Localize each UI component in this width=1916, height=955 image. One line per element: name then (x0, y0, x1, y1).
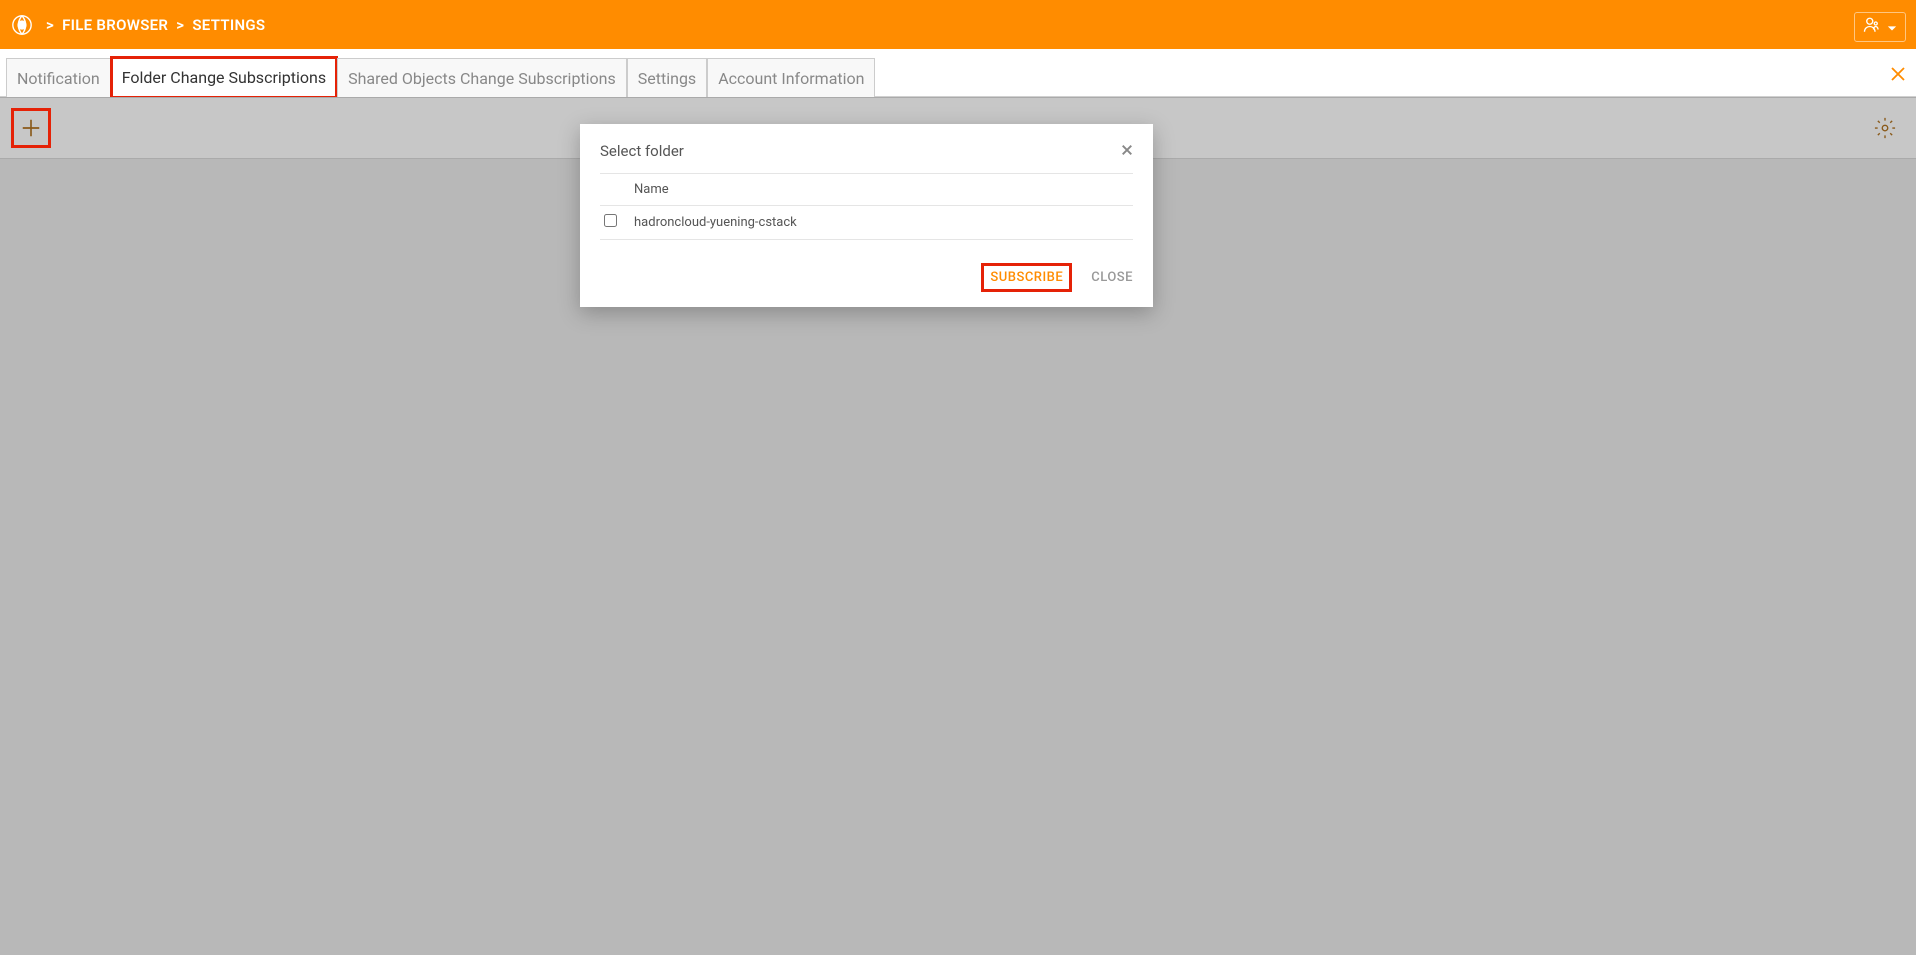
add-subscription-button[interactable] (14, 111, 48, 145)
tab-account-information[interactable]: Account Information (707, 58, 875, 98)
tab-folder-change-subscriptions[interactable]: Folder Change Subscriptions (111, 57, 337, 98)
breadcrumb-settings[interactable]: SETTINGS (192, 16, 265, 34)
breadcrumb: > FILE BROWSER > SETTINGS (38, 16, 265, 34)
tabs-bar: Notification Folder Change Subscriptions… (0, 49, 1916, 97)
plus-icon (20, 117, 42, 139)
dialog-body: Name hadroncloud-yuening-cstack (580, 173, 1153, 250)
breadcrumb-sep: > (176, 16, 184, 34)
settings-gear-button[interactable] (1872, 115, 1898, 141)
dialog-footer: SUBSCRIBE CLOSE (580, 250, 1153, 307)
close-panel-button[interactable] (1890, 63, 1906, 87)
user-icon (1863, 16, 1881, 38)
close-icon (1121, 144, 1133, 156)
folder-name-cell: hadroncloud-yuening-cstack (630, 206, 1133, 240)
chevron-down-icon (1887, 18, 1897, 37)
subscribe-button[interactable]: SUBSCRIBE (984, 266, 1069, 289)
tab-settings[interactable]: Settings (627, 58, 707, 98)
column-checkbox (600, 174, 630, 206)
tab-notification[interactable]: Notification (6, 58, 111, 98)
breadcrumb-sep: > (46, 16, 54, 34)
close-button[interactable]: CLOSE (1091, 270, 1133, 285)
folder-table: Name hadroncloud-yuening-cstack (600, 173, 1133, 240)
dialog-header: Select folder (580, 124, 1153, 173)
tab-shared-objects-change-subscriptions[interactable]: Shared Objects Change Subscriptions (337, 58, 627, 98)
folder-checkbox[interactable] (604, 214, 617, 227)
dialog-title: Select folder (600, 142, 684, 160)
column-name-header: Name (630, 174, 1133, 206)
app-logo-icon (10, 13, 34, 37)
breadcrumb-file-browser[interactable]: FILE BROWSER (62, 16, 168, 34)
dialog-close-button[interactable] (1121, 140, 1133, 161)
gear-icon (1874, 117, 1896, 139)
table-row[interactable]: hadroncloud-yuening-cstack (600, 206, 1133, 240)
select-folder-dialog: Select folder Name hadroncloud-yuening-c… (580, 124, 1153, 307)
user-menu-button[interactable] (1854, 12, 1906, 42)
app-header: > FILE BROWSER > SETTINGS (0, 0, 1916, 49)
close-icon (1890, 66, 1906, 82)
